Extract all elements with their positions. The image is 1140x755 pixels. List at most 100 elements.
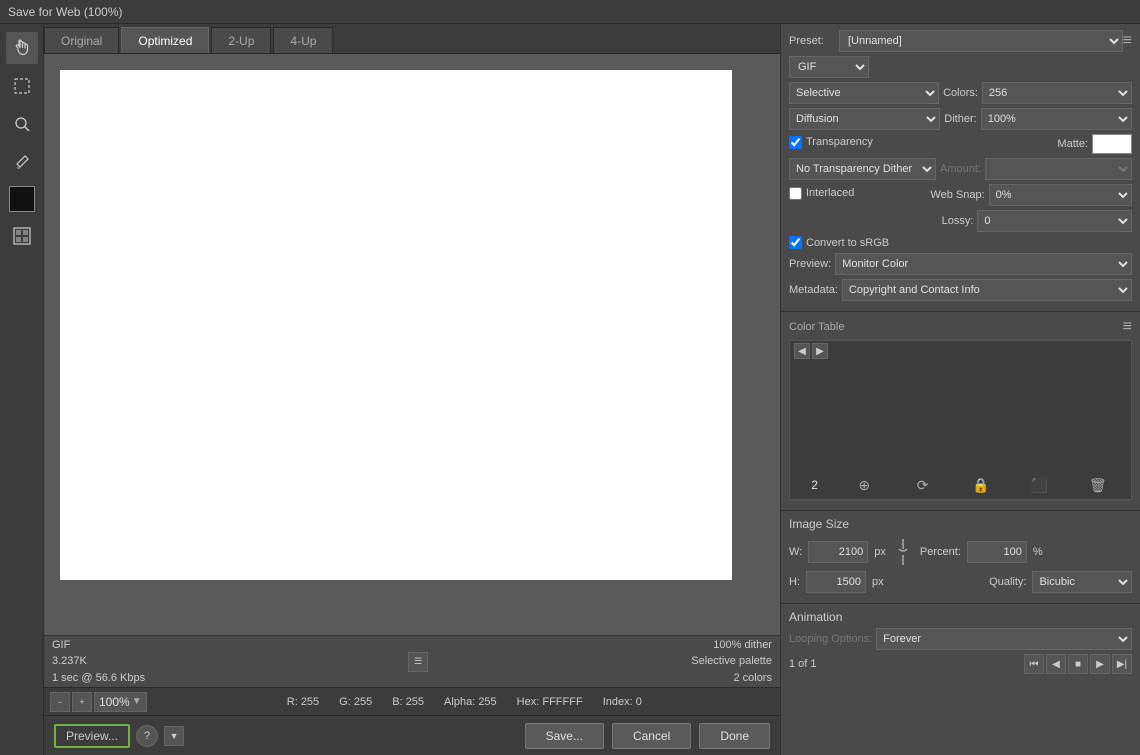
left-toolbar <box>0 24 44 755</box>
convert-srgb-row: Convert to sRGB <box>789 236 1132 249</box>
lossy-row: Lossy: 0 <box>789 210 1132 232</box>
no-transparency-dither-row: No Transparency Dither Amount: <box>789 158 1132 180</box>
title-bar: Save for Web (100%) <box>0 0 1140 24</box>
interlaced-checkbox-row: Interlaced <box>789 187 926 200</box>
canvas-info-bar: GIF 3.237K 1 sec @ 56.6 Kbps ☰ 100% dith… <box>44 635 780 687</box>
dither-label: Dither: <box>944 113 976 125</box>
metadata-label: Metadata: <box>789 284 838 296</box>
canvas-content <box>60 70 732 580</box>
canvas-area <box>44 54 780 635</box>
interlaced-checkbox[interactable] <box>789 187 802 200</box>
zoom-tool-btn[interactable] <box>6 108 38 140</box>
anim-stop-btn[interactable]: ■ <box>1068 654 1088 674</box>
alpha-value: Alpha: 255 <box>444 696 497 708</box>
ct-icon3[interactable]: 🔒 <box>969 475 993 495</box>
web-snap-select[interactable]: 0% <box>989 184 1132 206</box>
lossy-select[interactable]: 0 <box>977 210 1132 232</box>
zoom-out-btn[interactable]: - <box>50 692 70 712</box>
color-table-header: Color Table ≡ <box>789 318 1132 336</box>
animation-section: Animation Looping Options: Forever 1 of … <box>781 604 1140 680</box>
anim-first-btn[interactable]: ⏮ <box>1024 654 1044 674</box>
transparency-row: Transparency Matte: <box>789 134 1132 154</box>
convert-srgb-label: Convert to sRGB <box>806 237 889 249</box>
width-input[interactable] <box>808 541 868 563</box>
foreground-color-box[interactable] <box>9 186 35 212</box>
link-icon <box>896 537 910 567</box>
looping-label: Looping Options: <box>789 633 872 645</box>
dither-select[interactable]: 100% <box>981 108 1132 130</box>
animation-title: Animation <box>789 610 1132 624</box>
color-table-section: Color Table ≡ ◀ ▶ 2 ⊕ ⟳ 🔒 ⬛ 🗑 <box>781 312 1140 511</box>
transparency-dither-select[interactable]: No Transparency Dither <box>789 158 936 180</box>
transparency-checkbox[interactable] <box>789 136 802 149</box>
zoom-value-box[interactable]: 100% ▼ <box>94 692 147 712</box>
animation-controls: ⏮ ◀ ■ ▶ ▶| <box>1024 654 1132 674</box>
zoom-in-btn[interactable]: + <box>72 692 92 712</box>
image-size-title: Image Size <box>789 517 1132 531</box>
interlaced-row: Interlaced Web Snap: 0% <box>789 184 1132 206</box>
convert-srgb-checkbox[interactable] <box>789 236 802 249</box>
save-button[interactable]: Save... <box>525 723 604 749</box>
status-info: R: 255 G: 255 B: 255 Alpha: 255 Hex: F <box>155 696 774 708</box>
diffusion-select[interactable]: Diffusion <box>789 108 940 130</box>
canvas-menu-btn[interactable]: ☰ <box>408 652 428 672</box>
interlaced-label: Interlaced <box>806 187 854 199</box>
index-value: Index: 0 <box>603 696 642 708</box>
zoom-dropdown-arrow: ▼ <box>132 696 142 707</box>
preview-dropdown-btn[interactable]: ▼ <box>164 726 184 746</box>
ct-icon4[interactable]: ⬛ <box>1027 475 1051 495</box>
done-button[interactable]: Done <box>699 723 770 749</box>
b-value: B: 255 <box>392 696 424 708</box>
ct-icon2[interactable]: ⟳ <box>911 475 935 495</box>
marquee-tool-btn[interactable] <box>6 70 38 102</box>
tab-original[interactable]: Original <box>44 27 119 53</box>
help-button[interactable]: ? <box>136 725 158 747</box>
tab-4up[interactable]: 4-Up <box>273 27 333 53</box>
bottom-status-bar: - + 100% ▼ R: 255 G: 255 B: 255 <box>44 687 780 715</box>
height-input[interactable] <box>806 571 866 593</box>
colors-label: Colors: <box>943 87 978 99</box>
looping-select[interactable]: Forever <box>876 628 1132 650</box>
lossy-label: Lossy: <box>942 215 974 227</box>
eyedropper-tool-btn[interactable] <box>6 146 38 178</box>
anim-next-btn[interactable]: ▶| <box>1112 654 1132 674</box>
metadata-select[interactable]: Copyright and Contact Info <box>842 279 1132 301</box>
tab-2up[interactable]: 2-Up <box>211 27 271 53</box>
preset-label: Preset: <box>789 35 839 47</box>
anim-prev-btn[interactable]: ◀ <box>1046 654 1066 674</box>
animation-controls-row: 1 of 1 ⏮ ◀ ■ ▶ ▶| <box>789 654 1132 674</box>
color-table-prev-btn[interactable]: ◀ <box>794 343 810 359</box>
metadata-row: Metadata: Copyright and Contact Info <box>789 279 1132 301</box>
quality-select[interactable]: Bicubic <box>1032 571 1132 593</box>
preset-menu-btn[interactable]: ≡ <box>1123 32 1132 50</box>
selective-row: Selective Colors: 256 <box>789 82 1132 104</box>
selective-select[interactable]: Selective <box>789 82 939 104</box>
ct-icon1[interactable]: ⊕ <box>852 475 876 495</box>
color-table-nav: ◀ ▶ <box>794 343 828 359</box>
color-table-area: ◀ ▶ 2 ⊕ ⟳ 🔒 ⬛ 🗑 <box>789 340 1132 500</box>
hand-tool-btn[interactable] <box>6 32 38 64</box>
preview-row: Preview: Monitor Color <box>789 253 1132 275</box>
amount-select[interactable] <box>985 158 1132 180</box>
color-table-menu-btn[interactable]: ≡ <box>1123 318 1132 336</box>
color-table-next-btn[interactable]: ▶ <box>812 343 828 359</box>
format-select[interactable]: GIF <box>789 56 869 78</box>
cancel-button[interactable]: Cancel <box>612 723 691 749</box>
view-toggle-btn[interactable] <box>6 220 38 252</box>
tab-optimized[interactable]: Optimized <box>121 27 209 53</box>
anim-play-btn[interactable]: ▶ <box>1090 654 1110 674</box>
diffusion-row: Diffusion Dither: 100% <box>789 108 1132 130</box>
percent-input[interactable] <box>967 541 1027 563</box>
center-panel: Original Optimized 2-Up 4-Up GIF 3.237K … <box>44 24 780 755</box>
matte-label: Matte: <box>1057 138 1088 150</box>
height-row: H: px Quality: Bicubic <box>789 571 1132 593</box>
preview-setting-select[interactable]: Monitor Color <box>835 253 1132 275</box>
ct-icon5[interactable]: 🗑 <box>1086 475 1110 495</box>
looping-row: Looping Options: Forever <box>789 628 1132 650</box>
matte-color-box[interactable] <box>1092 134 1132 154</box>
preset-select[interactable]: [Unnamed] <box>839 30 1123 52</box>
colors-select[interactable]: 256 <box>982 82 1132 104</box>
amount-label: Amount: <box>940 163 981 175</box>
preview-button[interactable]: Preview... <box>54 724 130 748</box>
preset-section: Preset: [Unnamed] ≡ GIF Selective Colors… <box>781 24 1140 312</box>
